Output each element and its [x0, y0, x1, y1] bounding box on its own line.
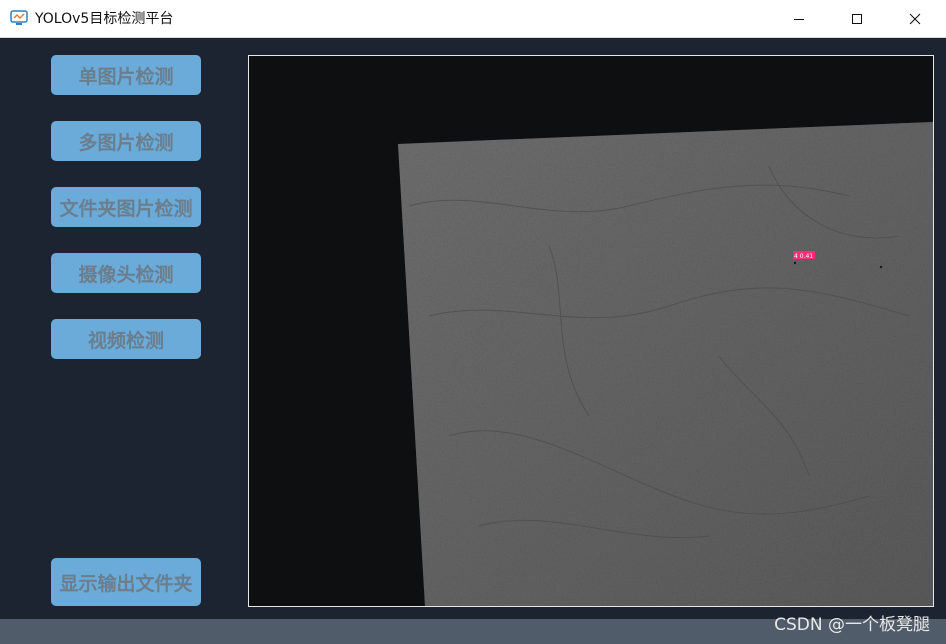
folder-image-detect-button[interactable]: 文件夹图片检测	[51, 187, 201, 227]
maximize-button[interactable]	[828, 0, 886, 38]
close-button[interactable]	[886, 0, 944, 38]
camera-detect-button[interactable]: 摄像头检测	[51, 253, 201, 293]
detection-result-image: 4 0.41	[249, 56, 933, 606]
detection-label: 4 0.41	[794, 253, 813, 260]
steel-plate-surface	[398, 122, 933, 606]
close-icon	[909, 13, 921, 25]
image-preview: 4 0.41	[248, 55, 934, 607]
window-title: YOLOv5目标检测平台	[35, 11, 174, 27]
minimize-icon	[794, 19, 804, 20]
watermark: CSDN @一个板凳腿	[774, 615, 930, 635]
minimize-button[interactable]	[770, 0, 828, 38]
video-detect-button[interactable]: 视频检测	[51, 319, 201, 359]
single-image-detect-button[interactable]: 单图片检测	[51, 55, 201, 95]
app-monitor-icon	[10, 10, 28, 25]
maximize-icon	[852, 14, 862, 24]
title-bar: YOLOv5目标检测平台	[0, 0, 946, 38]
show-output-folder-button[interactable]: 显示输出文件夹	[51, 558, 201, 606]
multi-image-detect-button[interactable]: 多图片检测	[51, 121, 201, 161]
